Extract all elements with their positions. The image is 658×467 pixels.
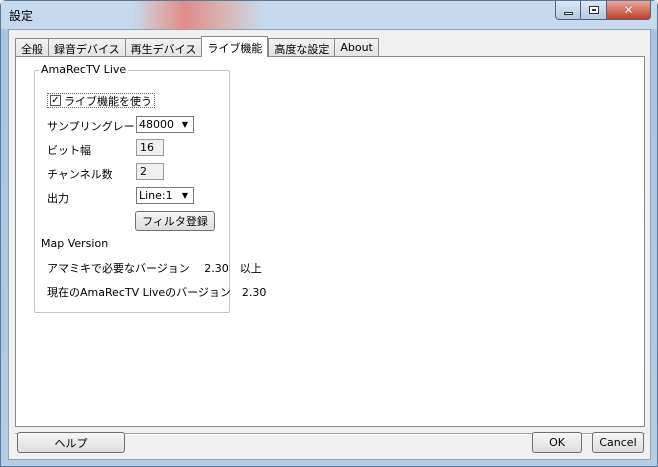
channels-field: 2 xyxy=(136,163,164,180)
ok-button[interactable]: OK xyxy=(532,432,582,453)
caption-buttons: ✕ xyxy=(555,1,651,21)
map-version-heading: Map Version xyxy=(41,237,109,250)
help-button[interactable]: ヘルプ xyxy=(17,432,125,453)
sampling-rate-select[interactable]: 48000 ▼ xyxy=(136,116,194,133)
sampling-rate-value: 48000 xyxy=(139,118,174,131)
close-icon: ✕ xyxy=(623,3,634,17)
chevron-down-icon: ▼ xyxy=(181,191,189,200)
maximize-button[interactable] xyxy=(581,1,607,20)
tab-live[interactable]: ライブ機能 xyxy=(201,36,269,57)
tab-strip: 全般 録音デバイス 再生デバイス ライブ機能 高度な設定 About xyxy=(15,36,379,57)
current-version-text: 現在のAmaRecTV Liveのバージョン 2.30 xyxy=(47,286,267,299)
title-bar[interactable]: 設定 ✕ xyxy=(1,1,657,29)
sampling-rate-label: サンプリングレート xyxy=(47,120,146,133)
cancel-button[interactable]: Cancel xyxy=(592,432,644,453)
tab-general[interactable]: 全般 xyxy=(15,38,48,57)
channels-label: チャンネル数 xyxy=(47,168,113,181)
bit-depth-field: 16 xyxy=(136,139,164,156)
group-title: AmaRecTV Live xyxy=(39,63,129,76)
bit-depth-label: ビット幅 xyxy=(47,144,91,157)
close-button[interactable]: ✕ xyxy=(607,1,651,20)
maximize-icon xyxy=(588,6,599,14)
settings-window: 設定 ✕ 全般 録音デバイス 再生デバイス ライブ機能 高度な設定 About … xyxy=(0,0,658,467)
tab-about[interactable]: About xyxy=(334,38,379,57)
enable-live-checkbox-row[interactable]: ✓ ライブ機能を使う xyxy=(47,93,155,108)
required-version-text: アマミキで必要なバージョン 2.30 以上 xyxy=(47,262,262,275)
output-select[interactable]: Line:1 ▼ xyxy=(136,187,194,204)
tab-recording-device[interactable]: 録音デバイス xyxy=(48,38,125,57)
chevron-down-icon: ▼ xyxy=(181,120,189,129)
filter-register-button[interactable]: フィルタ登録 xyxy=(135,211,215,231)
dialog-client: 全般 録音デバイス 再生デバイス ライブ機能 高度な設定 About AmaRe… xyxy=(8,29,651,460)
tab-playback-device[interactable]: 再生デバイス xyxy=(124,38,202,57)
tab-advanced[interactable]: 高度な設定 xyxy=(268,38,335,57)
output-value: Line:1 xyxy=(139,189,173,202)
window-title: 設定 xyxy=(9,9,34,23)
amarectv-live-group: AmaRecTV Live ✓ ライブ機能を使う サンプリングレート 48000… xyxy=(34,63,266,313)
enable-live-checkbox[interactable]: ✓ xyxy=(50,95,61,106)
output-label: 出力 xyxy=(47,192,69,205)
minimize-icon xyxy=(563,11,573,15)
enable-live-label: ライブ機能を使う xyxy=(64,94,152,108)
tab-panel-live: AmaRecTV Live ✓ ライブ機能を使う サンプリングレート 48000… xyxy=(15,56,645,427)
minimize-button[interactable] xyxy=(555,1,581,20)
